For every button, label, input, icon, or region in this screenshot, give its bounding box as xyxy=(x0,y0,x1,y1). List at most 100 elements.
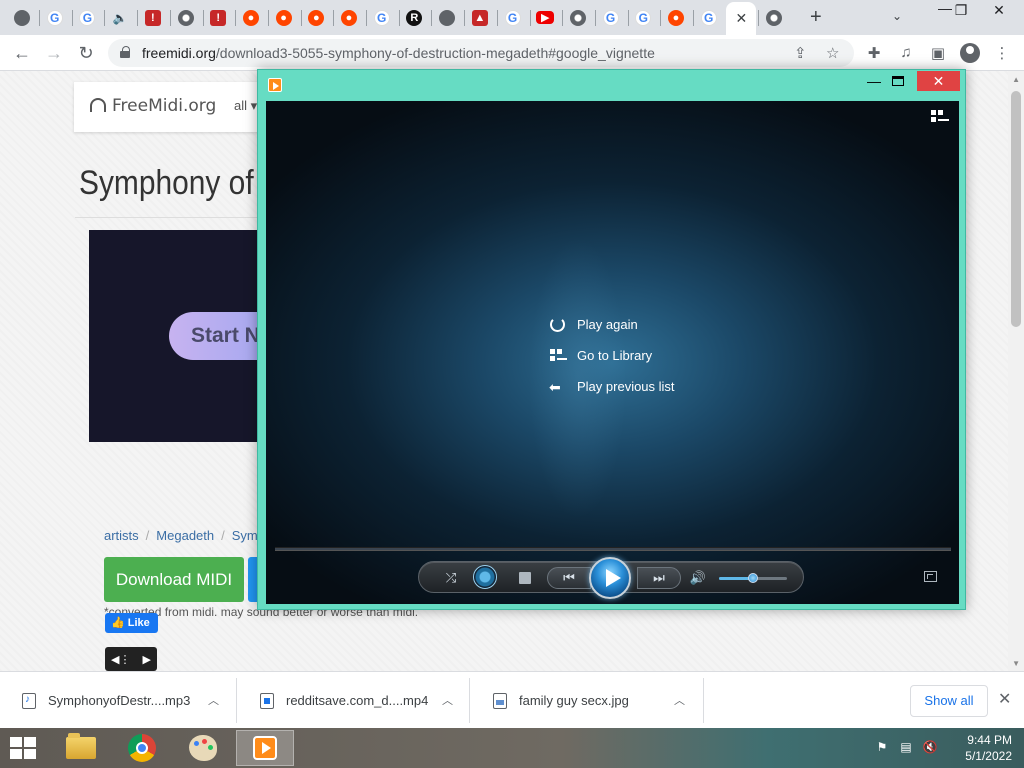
restore-button[interactable]: ❐ xyxy=(946,2,976,19)
download-item[interactable]: family guy secx.jpg ︿ xyxy=(471,678,704,723)
tab[interactable]: ● xyxy=(236,4,266,31)
close-icon[interactable]: ✕ xyxy=(736,10,748,27)
tab[interactable]: G xyxy=(694,4,724,31)
download-filename: redditsave.com_d....mp4 xyxy=(286,693,429,708)
go-to-library-item[interactable]: Go to Library xyxy=(549,340,675,371)
breadcrumb-song[interactable]: Sym xyxy=(232,528,258,543)
tab[interactable]: ! xyxy=(138,4,168,31)
maximize-button[interactable] xyxy=(892,76,904,86)
category-dropdown[interactable]: all ▾ xyxy=(234,98,257,114)
next-track-icon[interactable] xyxy=(637,567,681,589)
ad-banner[interactable]: Start N xyxy=(89,230,299,442)
download-item[interactable]: SymphonyofDestr....mp3 ︿ xyxy=(0,678,237,723)
tab[interactable]: ● xyxy=(661,4,691,31)
tab-active[interactable]: ✕ xyxy=(726,2,757,35)
taskbar-paint[interactable] xyxy=(174,730,232,766)
page-scrollbar[interactable]: ▲ ▼ xyxy=(1008,71,1024,671)
site-logo[interactable]: FreeMidi.org xyxy=(90,96,216,116)
tab[interactable]: G xyxy=(367,4,397,31)
tab[interactable]: R xyxy=(399,4,429,31)
volume-icon[interactable]: 🔊 xyxy=(689,569,707,587)
breadcrumb-artist[interactable]: Megadeth xyxy=(156,528,214,543)
tab[interactable]: ● xyxy=(269,4,299,31)
forward-button[interactable]: → xyxy=(42,41,66,65)
taskbar-media-player[interactable] xyxy=(236,730,294,766)
tab[interactable] xyxy=(7,4,37,31)
windows-start-icon[interactable] xyxy=(10,737,38,759)
extensions-icon[interactable]: ✚ xyxy=(864,44,884,62)
tab[interactable] xyxy=(563,4,593,31)
close-icon[interactable]: ✕ xyxy=(998,689,1011,709)
play-icon[interactable]: ▶ xyxy=(143,653,151,666)
facebook-like-button[interactable]: 👍 Like xyxy=(105,613,158,633)
share-icon[interactable]: ⇪ xyxy=(794,44,807,62)
back-button[interactable]: ← xyxy=(10,41,34,65)
seek-bar[interactable] xyxy=(275,547,951,551)
tray-volume-muted-icon[interactable]: 🔇 xyxy=(922,740,938,756)
tab[interactable]: G xyxy=(596,4,626,31)
tray-network-icon[interactable]: ▤ xyxy=(898,740,914,756)
new-tab-button[interactable]: + xyxy=(810,7,822,27)
bookmark-star-icon[interactable]: ☆ xyxy=(826,44,839,62)
volume-icon[interactable]: ◀⋮ xyxy=(111,653,130,666)
tab[interactable]: G xyxy=(628,4,658,31)
media-controls-icon[interactable]: ♫ xyxy=(896,44,916,61)
switch-to-library-icon[interactable] xyxy=(931,110,949,124)
lock-icon[interactable] xyxy=(120,46,130,58)
minimize-button[interactable]: — xyxy=(864,73,884,91)
breadcrumb-artists[interactable]: artists xyxy=(104,528,139,543)
tab[interactable]: ● xyxy=(301,4,331,31)
chevron-up-icon[interactable]: ︿ xyxy=(208,692,219,708)
taskbar-file-explorer[interactable] xyxy=(52,730,110,766)
menu-kebab-icon[interactable]: ⋮ xyxy=(992,44,1012,62)
tab[interactable]: ▲ xyxy=(465,4,495,31)
stop-icon[interactable] xyxy=(519,572,531,584)
tray-flag-icon[interactable]: ⚑ xyxy=(874,740,890,756)
tab-search-button[interactable]: ⌄ xyxy=(892,9,902,23)
media-player-icon xyxy=(268,78,282,92)
download-item[interactable]: redditsave.com_d....mp4 ︿ xyxy=(238,678,470,723)
tab[interactable] xyxy=(171,4,201,31)
play-again-label: Play again xyxy=(577,317,638,332)
close-button[interactable]: ✕ xyxy=(917,71,960,91)
tab[interactable]: G xyxy=(498,4,528,31)
tab[interactable]: G xyxy=(72,4,102,31)
previous-track-icon[interactable] xyxy=(547,567,591,589)
google-icon: G xyxy=(635,9,652,26)
url-text[interactable]: freemidi.org/download3-5055-symphony-of-… xyxy=(142,45,655,61)
tab[interactable] xyxy=(759,4,789,31)
system-clock[interactable]: 9:44 PM 5/1/2022 xyxy=(950,732,1012,764)
tab[interactable]: G xyxy=(40,4,70,31)
scroll-thumb[interactable] xyxy=(1011,91,1021,327)
window-close-button[interactable]: ✕ xyxy=(984,2,1014,19)
repeat-icon[interactable] xyxy=(473,565,497,589)
category-label: all xyxy=(234,98,248,113)
tab[interactable]: ! xyxy=(203,4,233,31)
show-all-button[interactable]: Show all xyxy=(910,685,988,717)
volume-knob[interactable] xyxy=(748,573,758,583)
fullscreen-icon[interactable] xyxy=(924,571,937,582)
shuffle-icon[interactable]: ⤮ xyxy=(441,569,461,587)
taskbar-chrome[interactable] xyxy=(113,730,171,766)
thumbs-up-icon: 👍 xyxy=(111,617,125,629)
address-bar[interactable]: freemidi.org/download3-5055-symphony-of-… xyxy=(108,39,854,67)
scroll-down-icon[interactable]: ▼ xyxy=(1012,659,1020,668)
chevron-up-icon[interactable]: ︿ xyxy=(442,692,453,708)
tab[interactable]: ▶ xyxy=(530,4,560,31)
play-previous-list-item[interactable]: ⬅ Play previous list xyxy=(549,371,675,402)
play-icon[interactable] xyxy=(589,557,631,599)
tab[interactable]: ● xyxy=(334,4,364,31)
media-player-window: — ✕ Play again Go to Library ⬅ Play prev… xyxy=(257,69,966,610)
chevron-up-icon[interactable]: ︿ xyxy=(674,692,685,708)
volume-slider[interactable] xyxy=(719,573,787,583)
profile-avatar-icon[interactable] xyxy=(960,43,980,63)
tab[interactable]: 🔈 xyxy=(105,4,135,31)
play-again-item[interactable]: Play again xyxy=(549,309,675,340)
reload-button[interactable]: ↻ xyxy=(74,41,98,65)
side-panel-icon[interactable]: ▣ xyxy=(928,44,948,62)
tab[interactable] xyxy=(432,4,462,31)
download-midi-button[interactable]: Download MIDI xyxy=(104,557,244,602)
scroll-up-icon[interactable]: ▲ xyxy=(1012,75,1020,84)
audio-player[interactable]: ◀⋮ ▶ xyxy=(105,647,157,671)
chrome-icon xyxy=(177,9,194,26)
